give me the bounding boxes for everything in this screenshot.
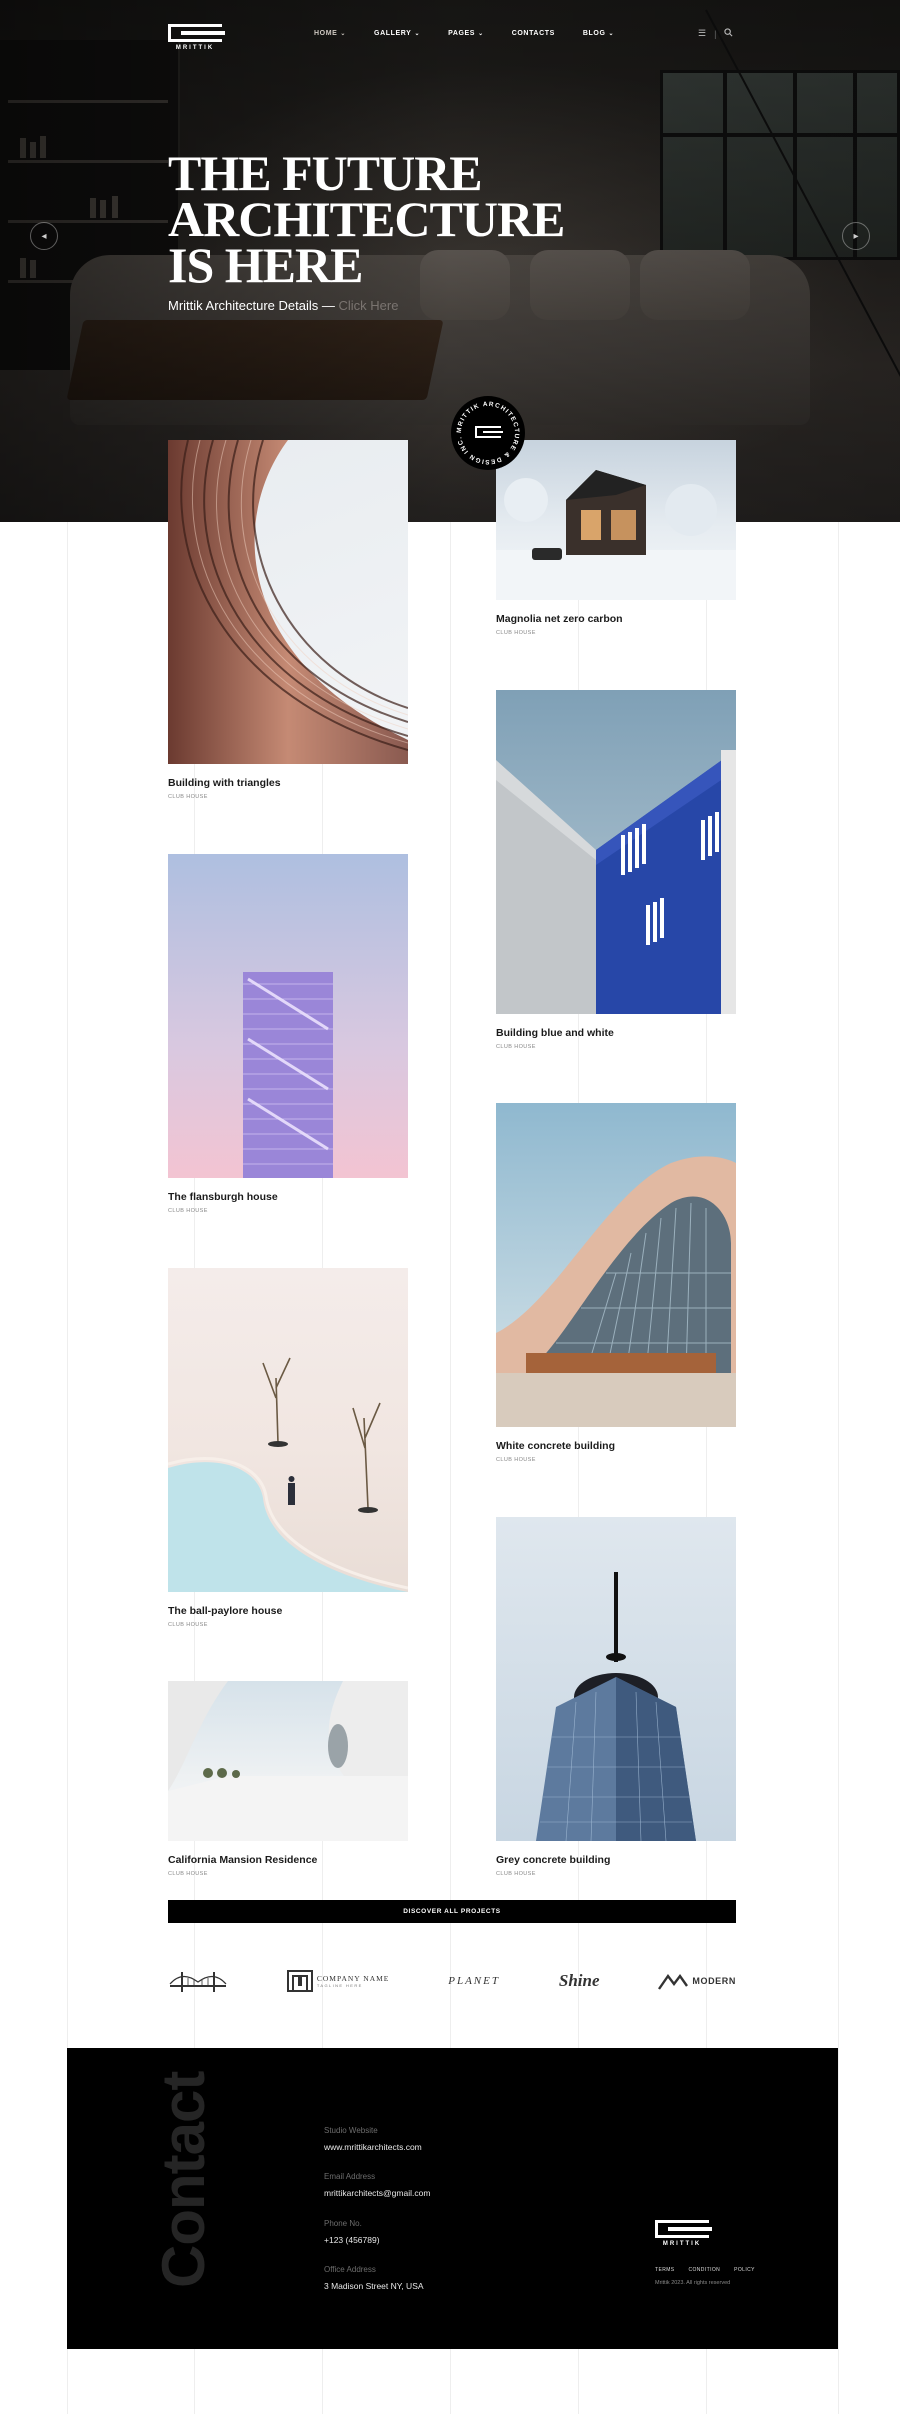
hero-section: MRITTIK HOME ⌄ GALLERY ⌄ PAGES ⌄ CONTACT…: [0, 0, 900, 522]
circular-text-badge: MRITTIK ARCHITECTURE & DESIGN INC.: [451, 396, 525, 470]
project-card[interactable]: Grey concrete building CLUB HOUSE: [496, 1517, 736, 1877]
footer-links: TERMS CONDITION POLICY: [655, 2267, 755, 2273]
project-category: CLUB HOUSE: [496, 1871, 536, 1877]
shine-logo-icon[interactable]: Shine: [559, 1971, 600, 1991]
email-label: Email Address: [324, 2172, 376, 2181]
project-image[interactable]: [168, 854, 408, 1178]
project-category: CLUB HOUSE: [168, 1208, 208, 1214]
main-nav: HOME ⌄ GALLERY ⌄ PAGES ⌄ CONTACTS BLOG ⌄: [314, 30, 614, 37]
nav-home[interactable]: HOME ⌄: [314, 30, 346, 37]
copyright-text: Mrittik 2023. All rights reserved: [655, 2280, 731, 2286]
logo-mark-icon: [475, 426, 503, 438]
project-image[interactable]: [496, 440, 736, 600]
chevron-down-icon: ⌄: [608, 31, 615, 37]
studio-website-label: Studio Website: [324, 2126, 378, 2135]
project-category: CLUB HOUSE: [496, 630, 536, 636]
project-title[interactable]: Building with triangles: [168, 777, 408, 789]
project-title[interactable]: Building blue and white: [496, 1027, 736, 1039]
menu-icon[interactable]: ☰: [698, 28, 706, 39]
logo-text: MRITTIK: [175, 45, 215, 51]
project-image[interactable]: [168, 1681, 408, 1841]
chevron-down-icon: ⌄: [414, 31, 421, 37]
partner-logos: COMPANY NAME TAGLINE HERE PLANET Shine M…: [168, 1968, 736, 1994]
office-address-label: Office Address: [324, 2265, 376, 2274]
project-image[interactable]: [496, 1103, 736, 1427]
phone-link[interactable]: +123 (456789): [324, 2235, 380, 2245]
nav-blog[interactable]: BLOG ⌄: [583, 30, 614, 37]
hero-subtitle: Mrittik Architecture Details — Click Her…: [168, 298, 399, 313]
project-image[interactable]: [168, 1268, 408, 1592]
bridge-logo-icon[interactable]: [168, 1968, 228, 1994]
project-card[interactable]: Magnolia net zero carbon CLUB HOUSE: [496, 440, 736, 636]
header-icons: ☰ |: [698, 28, 733, 39]
email-link[interactable]: mrittikarchitects@gmail.com: [324, 2188, 430, 2198]
project-image[interactable]: [168, 440, 408, 764]
chevron-down-icon: ⌄: [478, 31, 484, 37]
project-image[interactable]: [496, 1517, 736, 1841]
project-category: CLUB HOUSE: [496, 1044, 536, 1050]
search-icon[interactable]: [724, 28, 733, 39]
condition-link[interactable]: CONDITION: [689, 2267, 721, 2273]
hero-prev-arrow-icon[interactable]: ◂: [30, 222, 58, 250]
office-address-value: 3 Madison Street NY, USA: [324, 2281, 424, 2291]
footer-logo-text: MRITTIK: [662, 2241, 702, 2247]
project-title[interactable]: The ball-paylore house: [168, 1605, 408, 1617]
project-card[interactable]: Building with triangles CLUB HOUSE: [168, 440, 408, 800]
hero-next-arrow-icon[interactable]: ▸: [842, 222, 870, 250]
hero-click-here-link[interactable]: Click Here: [339, 298, 399, 313]
project-image[interactable]: [496, 690, 736, 1014]
modern-logo-icon[interactable]: MODERN: [658, 1972, 736, 1990]
grid-line: [838, 520, 839, 2414]
chevron-down-icon: ⌄: [340, 31, 347, 37]
project-title[interactable]: California Mansion Residence: [168, 1854, 408, 1866]
contact-section: Contact Studio Website www.mrittikarchit…: [67, 2048, 838, 2349]
logo-mark-icon: [168, 24, 225, 42]
footer-logo[interactable]: MRITTIK: [655, 2220, 712, 2247]
project-category: CLUB HOUSE: [168, 794, 208, 800]
project-title[interactable]: White concrete building: [496, 1440, 736, 1452]
project-card[interactable]: White concrete building CLUB HOUSE: [496, 1103, 736, 1463]
phone-label: Phone No.: [324, 2219, 362, 2228]
project-card[interactable]: California Mansion Residence CLUB HOUSE: [168, 1681, 408, 1877]
site-logo[interactable]: MRITTIK: [168, 24, 225, 51]
project-title[interactable]: The flansburgh house: [168, 1191, 408, 1203]
company-logo-icon[interactable]: COMPANY NAME TAGLINE HERE: [286, 1970, 390, 1992]
logo-mark-icon: [655, 2220, 712, 2238]
terms-link[interactable]: TERMS: [655, 2267, 675, 2273]
discover-all-projects-button[interactable]: DISCOVER ALL PROJECTS: [168, 1900, 736, 1923]
project-title[interactable]: Magnolia net zero carbon: [496, 613, 736, 625]
nav-pages[interactable]: PAGES ⌄: [448, 30, 484, 37]
policy-link[interactable]: POLICY: [734, 2267, 755, 2273]
project-category: CLUB HOUSE: [496, 1457, 536, 1463]
hero-title: THE FUTURE ARCHITECTURE IS HERE: [168, 145, 565, 293]
project-category: CLUB HOUSE: [168, 1871, 208, 1877]
project-category: CLUB HOUSE: [168, 1622, 208, 1628]
project-card[interactable]: Building blue and white CLUB HOUSE: [496, 690, 736, 1050]
nav-gallery[interactable]: GALLERY ⌄: [374, 30, 420, 37]
studio-website-link[interactable]: www.mrittikarchitects.com: [324, 2142, 422, 2152]
contact-side-title: Contact: [150, 2071, 217, 2288]
planet-logo-icon[interactable]: PLANET: [448, 1975, 500, 1987]
project-title[interactable]: Grey concrete building: [496, 1854, 736, 1866]
nav-contacts[interactable]: CONTACTS: [512, 30, 555, 37]
project-card[interactable]: The flansburgh house CLUB HOUSE: [168, 854, 408, 1214]
project-card[interactable]: The ball-paylore house CLUB HOUSE: [168, 1268, 408, 1628]
